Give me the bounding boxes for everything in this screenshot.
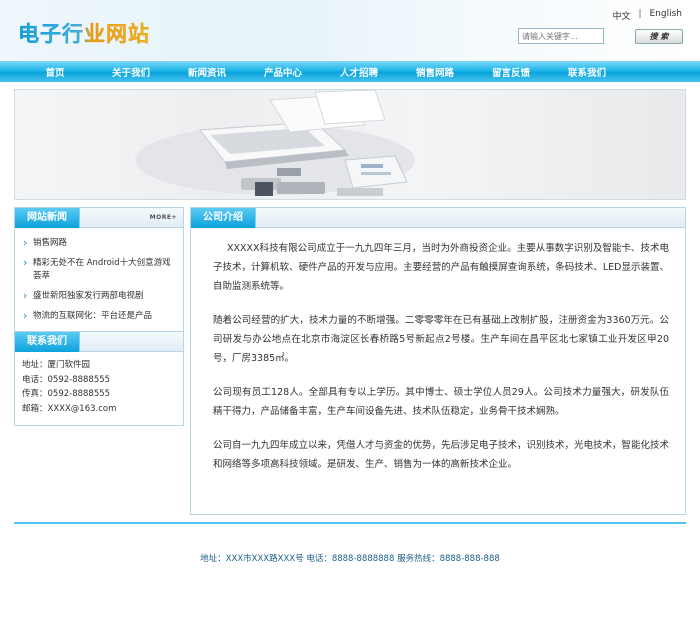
nav-item-feedback[interactable]: 留言反馈 <box>473 65 549 79</box>
footer-divider <box>14 522 686 524</box>
contact-panel-title: 联系我们 <box>15 332 80 352</box>
intro-paragraph: 随着公司经营的扩大，技术力量的不断增强。二零零零年在已有基础上改制扩股，注册资金… <box>213 315 669 364</box>
nav-item-jobs[interactable]: 人才招聘 <box>321 65 397 79</box>
language-switcher: 中文 | English <box>612 9 682 22</box>
office-desk-illustration <box>135 90 415 196</box>
news-more-link[interactable]: MORE+ <box>150 214 177 221</box>
nav-item-home[interactable]: 首页 <box>17 65 93 79</box>
news-item[interactable]: 销售网路 <box>23 236 177 250</box>
contact-phone: 电话：0592-8888555 <box>22 374 111 385</box>
news-item[interactable]: 盛世新阳独家发行两部电视剧 <box>23 289 177 303</box>
contact-panel-header: 联系我们 <box>15 332 183 352</box>
lang-chinese-link[interactable]: 中文 <box>612 9 630 22</box>
nav-item-sales[interactable]: 销售网路 <box>397 65 473 79</box>
search-input[interactable] <box>518 28 604 44</box>
news-panel-header: 网站新闻 MORE+ <box>15 208 183 228</box>
nav-item-about[interactable]: 关于我们 <box>93 65 169 79</box>
company-intro-header: 公司介绍 <box>191 208 685 228</box>
nav-item-news[interactable]: 新闻资讯 <box>169 65 245 79</box>
banner-image <box>14 89 686 200</box>
main-navigation: 首页 关于我们 新闻资讯 产品中心 人才招聘 销售网路 留言反馈 联系我们 <box>0 61 700 82</box>
contact-fax: 传真：0592-8888555 <box>22 389 111 399</box>
news-list: 销售网路 精彩无处不在 Android十大创意游戏荟萃 盛世新阳独家发行两部电视… <box>15 228 183 336</box>
intro-paragraph: XXXXX科技有限公司成立于一九九四年三月，当时为外商投资企业。主要从事数字识别… <box>213 243 669 292</box>
company-intro-title: 公司介绍 <box>191 208 256 228</box>
contact-panel: 联系我们 地址：厦门软件园 电话：0592-8888555 传真：0592-88… <box>14 331 184 426</box>
contact-info: 地址：厦门软件园 电话：0592-8888555 传真：0592-8888555… <box>15 352 183 424</box>
news-panel: 网站新闻 MORE+ 销售网路 精彩无处不在 Android十大创意游戏荟萃 盛… <box>14 207 184 332</box>
intro-paragraph: 公司现有员工128人。全部具有专以上学历。其中博士、硕士学位人员29人。公司技术… <box>213 387 669 417</box>
lang-english-link[interactable]: English <box>650 9 683 22</box>
news-item[interactable]: 精彩无处不在 Android十大创意游戏荟萃 <box>23 256 177 283</box>
site-logo[interactable]: 电子行业网站 <box>18 18 150 48</box>
contact-address: 地址：厦门软件园 <box>22 360 91 370</box>
footer-info: 地址：XXX市XXX路XXX号 电话：8888-8888888 服务热线：888… <box>200 554 500 564</box>
search-button[interactable]: 搜 索 <box>635 29 683 44</box>
nav-item-products[interactable]: 产品中心 <box>245 65 321 79</box>
intro-paragraph: 公司自一九九四年成立以来，凭借人才与资金的优势，先后涉足电子技术，识别技术，光电… <box>213 440 670 470</box>
nav-item-contact[interactable]: 联系我们 <box>549 65 625 79</box>
contact-email[interactable]: 邮箱：XXXX@163.com <box>22 402 177 417</box>
news-panel-title: 网站新闻 <box>15 208 80 228</box>
company-intro-body: XXXXX科技有限公司成立于一九九四年三月，当时为外商投资企业。主要从事数字识别… <box>191 228 685 474</box>
news-item[interactable]: 物流的互联网化：平台还是产品 <box>23 309 177 323</box>
lang-separator: | <box>638 9 642 19</box>
company-intro-panel: 公司介绍 XXXXX科技有限公司成立于一九九四年三月，当时为外商投资企业。主要从… <box>190 207 686 515</box>
